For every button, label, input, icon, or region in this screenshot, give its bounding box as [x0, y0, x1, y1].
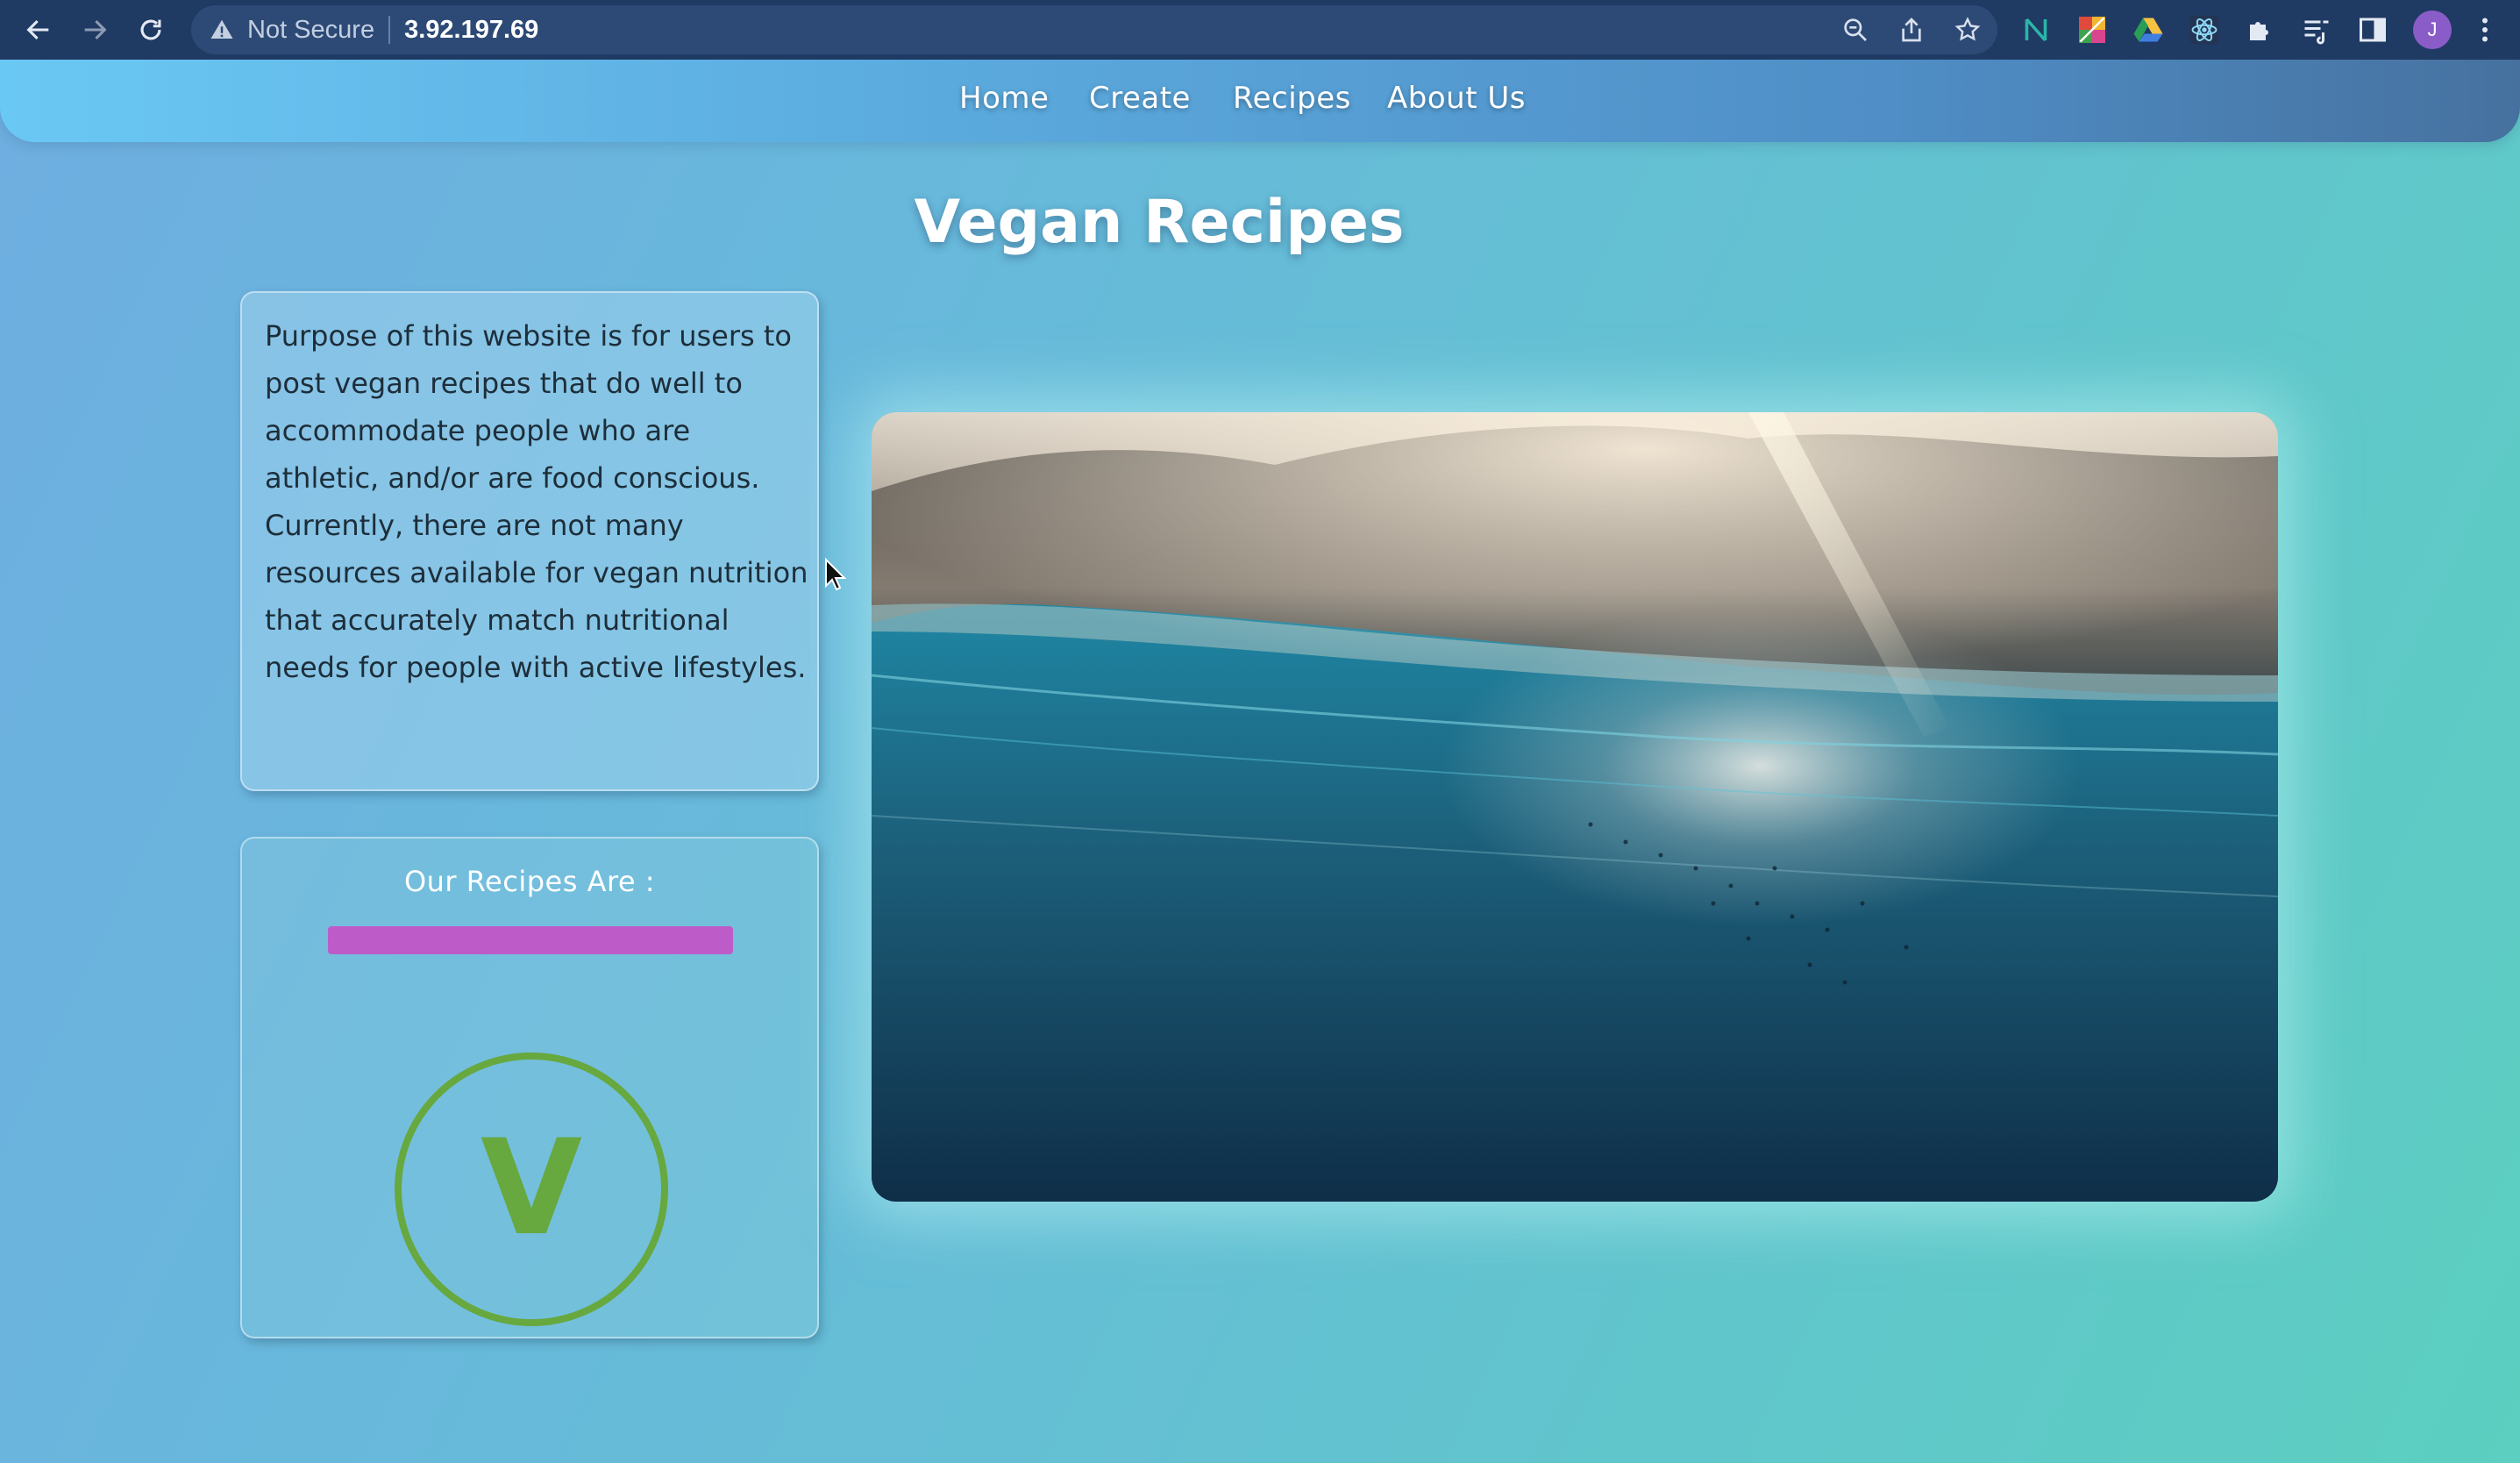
aerial-ocean-sunrise-image — [872, 412, 2278, 1202]
reading-list-icon[interactable] — [2301, 14, 2332, 46]
nav-link-recipes[interactable]: Recipes — [1233, 81, 1351, 116]
page-title: Vegan Recipes — [914, 188, 1405, 257]
url-text[interactable]: 3.92.197.69 — [404, 16, 538, 45]
side-panel-icon[interactable] — [2357, 14, 2388, 46]
purpose-card: Purpose of this website is for users to … — [240, 291, 819, 791]
reload-button[interactable] — [128, 7, 174, 53]
profile-avatar[interactable]: J — [2413, 11, 2452, 49]
forward-button[interactable] — [72, 7, 117, 53]
forward-arrow-icon — [84, 19, 107, 40]
puzzle-extensions-icon[interactable] — [2245, 14, 2276, 46]
accent-bar — [328, 926, 733, 954]
security-label: Not Secure — [247, 15, 375, 44]
google-drive-extension-icon[interactable] — [2132, 14, 2164, 46]
react-devtools-extension-icon[interactable] — [2189, 14, 2220, 46]
notion-extension-icon[interactable] — [2020, 14, 2052, 46]
kebab-menu-icon[interactable] — [2469, 14, 2501, 46]
nav-link-create[interactable]: Create — [1089, 81, 1191, 116]
share-icon[interactable] — [1897, 16, 1926, 44]
bookmark-star-icon[interactable] — [1954, 16, 1982, 44]
hero-ocean-image — [872, 412, 2278, 1202]
zoom-icon[interactable] — [1841, 16, 1869, 44]
colorful-grid-extension-icon[interactable] — [2076, 14, 2108, 46]
vegan-v-logo-icon: V — [395, 1053, 668, 1326]
reload-icon — [140, 19, 161, 40]
site-navbar: Home Create Recipes About Us — [0, 60, 2520, 142]
purpose-text: Purpose of this website is for users to … — [265, 319, 808, 684]
mouse-cursor-icon — [825, 558, 847, 591]
vegan-badge-letter: V — [481, 1112, 582, 1265]
nav-link-about-us[interactable]: About Us — [1387, 81, 1526, 116]
back-button[interactable] — [16, 7, 61, 53]
browser-toolbar: Not Secure 3.92.197.69 J — [0, 0, 2520, 60]
omnibox-divider — [388, 16, 391, 44]
recipes-heading: Our Recipes Are : — [403, 865, 656, 898]
back-arrow-icon — [26, 19, 49, 40]
address-bar[interactable]: Not Secure 3.92.197.69 — [191, 5, 1997, 54]
page-viewport: Home Create Recipes About Us Vegan Recip… — [0, 60, 2520, 1463]
nav-link-home[interactable]: Home — [959, 81, 1049, 116]
warning-triangle-icon — [210, 19, 233, 39]
recipes-badge-card: Our Recipes Are : V — [240, 837, 819, 1338]
